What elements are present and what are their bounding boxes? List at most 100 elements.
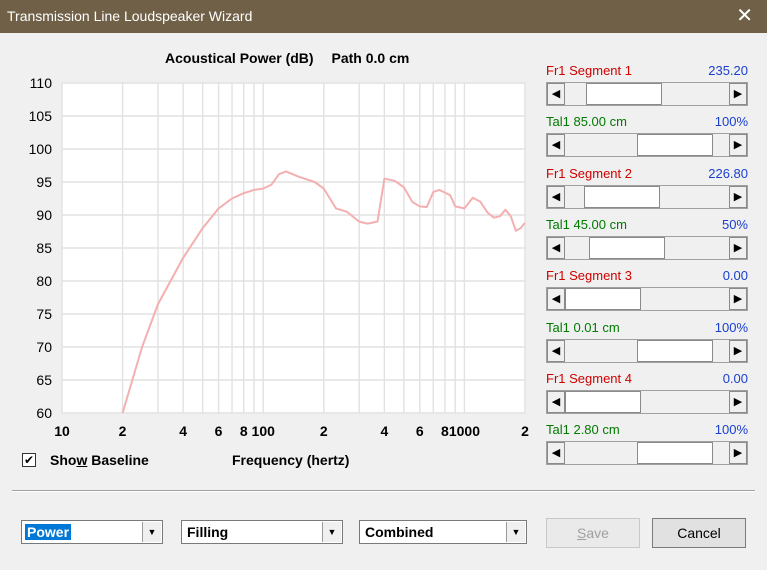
y-tick-label: 75	[36, 306, 52, 322]
slider-name: Tal1 2.80 cm	[546, 422, 620, 437]
mode-dropdown[interactable]: Combined ▼	[359, 520, 527, 544]
slider-label-8: Tal1 2.80 cm 100%	[546, 422, 748, 438]
arrow-left-icon[interactable]: ◀	[547, 237, 565, 259]
chart-grid	[61, 82, 526, 414]
slider-scrollbar-7[interactable]: ◀ ▶	[546, 390, 748, 414]
arrow-left-icon[interactable]: ◀	[547, 288, 565, 310]
x-tick-label: 8	[441, 423, 449, 439]
x-tick-label: 2	[521, 423, 529, 439]
y-tick-label: 105	[29, 108, 53, 124]
x-tick-label: 1000	[449, 423, 480, 439]
slider-scrollbar-5[interactable]: ◀ ▶	[546, 287, 748, 311]
show-baseline-checkbox[interactable]: ✔	[22, 453, 36, 467]
slider-label-1: Fr1 Segment 1 235.20	[546, 63, 748, 79]
arrow-right-icon[interactable]: ▶	[729, 288, 747, 310]
slider-label-6: Tal1 0.01 cm 100%	[546, 320, 748, 336]
cancel-button[interactable]: Cancel	[652, 518, 746, 548]
slider-track[interactable]	[565, 134, 729, 156]
x-tick-label: 100	[252, 423, 276, 439]
y-tick-label: 85	[36, 240, 52, 256]
arrow-left-icon[interactable]: ◀	[547, 134, 565, 156]
y-tick-label: 95	[36, 174, 52, 190]
show-baseline-label[interactable]: Show Baseline	[50, 452, 149, 468]
mode-value: Combined	[365, 524, 434, 540]
x-axis: 10 2 4 6 8 100 2 4 6 8 1000 2	[54, 423, 529, 439]
slider-track[interactable]	[565, 186, 729, 208]
arrow-left-icon[interactable]: ◀	[547, 391, 565, 413]
slider-scrollbar-2[interactable]: ◀ ▶	[546, 133, 748, 157]
slider-scrollbar-6[interactable]: ◀ ▶	[546, 339, 748, 363]
arrow-right-icon[interactable]: ▶	[729, 442, 747, 464]
slider-name: Fr1 Segment 3	[546, 268, 632, 283]
y-tick-label: 70	[36, 339, 52, 355]
slider-name: Fr1 Segment 2	[546, 166, 632, 181]
arrow-right-icon[interactable]: ▶	[729, 391, 747, 413]
slider-scrollbar-8[interactable]: ◀ ▶	[546, 441, 748, 465]
slider-track[interactable]	[565, 391, 729, 413]
y-tick-label: 80	[36, 273, 52, 289]
slider-thumb[interactable]	[589, 237, 665, 259]
slider-label-4: Tal1 45.00 cm 50%	[546, 217, 748, 233]
chevron-down-icon[interactable]: ▼	[506, 522, 525, 542]
slider-thumb[interactable]	[584, 186, 660, 208]
slider-scrollbar-3[interactable]: ◀ ▶	[546, 185, 748, 209]
y-axis: 60 65 70 75 80 85 90 95 100 105 110	[29, 75, 53, 421]
filling-value: Filling	[187, 524, 229, 540]
arrow-right-icon[interactable]: ▶	[729, 83, 747, 105]
y-tick-label: 65	[36, 372, 52, 388]
slider-label-5: Fr1 Segment 3 0.00	[546, 268, 748, 284]
slider-label-3: Fr1 Segment 2 226.80	[546, 166, 748, 182]
slider-name: Tal1 85.00 cm	[546, 114, 627, 129]
slider-track[interactable]	[565, 442, 729, 464]
slider-value: 100%	[714, 422, 748, 437]
arrow-left-icon[interactable]: ◀	[547, 186, 565, 208]
save-button[interactable]: Save	[546, 518, 640, 548]
slider-value: 100%	[714, 320, 748, 335]
arrow-left-icon[interactable]: ◀	[547, 340, 565, 362]
x-tick-label: 2	[119, 423, 127, 439]
arrow-left-icon[interactable]: ◀	[547, 442, 565, 464]
slider-thumb[interactable]	[637, 134, 713, 156]
slider-thumb[interactable]	[637, 442, 713, 464]
slider-thumb[interactable]	[565, 391, 641, 413]
power-chart: 6065707580859095100105110 10 2 4 6 8 100 2 4 6 8 1…	[29, 75, 529, 439]
close-icon[interactable]: ✕	[736, 5, 753, 27]
slider-track[interactable]	[565, 83, 729, 105]
chevron-down-icon[interactable]: ▼	[142, 522, 161, 542]
window-title: Transmission Line Loudspeaker Wizard	[7, 8, 253, 24]
arrow-right-icon[interactable]: ▶	[729, 340, 747, 362]
slider-scrollbar-4[interactable]: ◀ ▶	[546, 236, 748, 260]
y-tick-label: 110	[30, 75, 53, 91]
slider-value: 226.80	[708, 166, 748, 181]
x-tick-label: 10	[54, 423, 70, 439]
arrow-right-icon[interactable]: ▶	[729, 186, 747, 208]
chevron-down-icon[interactable]: ▼	[322, 522, 341, 542]
arrow-right-icon[interactable]: ▶	[729, 134, 747, 156]
slider-track[interactable]	[565, 288, 729, 310]
y-tick-label: 100	[29, 141, 53, 157]
slider-name: Fr1 Segment 4	[546, 371, 632, 386]
title-bar: Transmission Line Loudspeaker Wizard ✕	[0, 0, 767, 33]
slider-track[interactable]	[565, 237, 729, 259]
frequency-axis-label: Frequency (hertz)	[232, 452, 350, 468]
slider-scrollbar-1[interactable]: ◀ ▶	[546, 82, 748, 106]
slider-track[interactable]	[565, 340, 729, 362]
slider-thumb[interactable]	[586, 83, 662, 105]
y-tick-label: 60	[36, 405, 52, 421]
slider-thumb[interactable]	[637, 340, 713, 362]
slider-value: 0.00	[722, 371, 748, 386]
x-tick-label: 4	[179, 423, 187, 439]
arrow-left-icon[interactable]: ◀	[547, 83, 565, 105]
slider-value: 100%	[714, 114, 748, 129]
y-tick-label: 90	[36, 207, 52, 223]
x-tick-label: 6	[215, 423, 223, 439]
slider-thumb[interactable]	[565, 288, 641, 310]
plot-type-dropdown[interactable]: Power ▼	[21, 520, 163, 544]
check-icon: ✔	[23, 453, 35, 467]
slider-value: 235.20	[708, 63, 748, 78]
slider-label-2: Tal1 85.00 cm 100%	[546, 114, 748, 130]
arrow-right-icon[interactable]: ▶	[729, 237, 747, 259]
filling-dropdown[interactable]: Filling ▼	[181, 520, 343, 544]
slider-value: 50%	[721, 217, 748, 232]
plot-type-value: Power	[25, 524, 72, 540]
